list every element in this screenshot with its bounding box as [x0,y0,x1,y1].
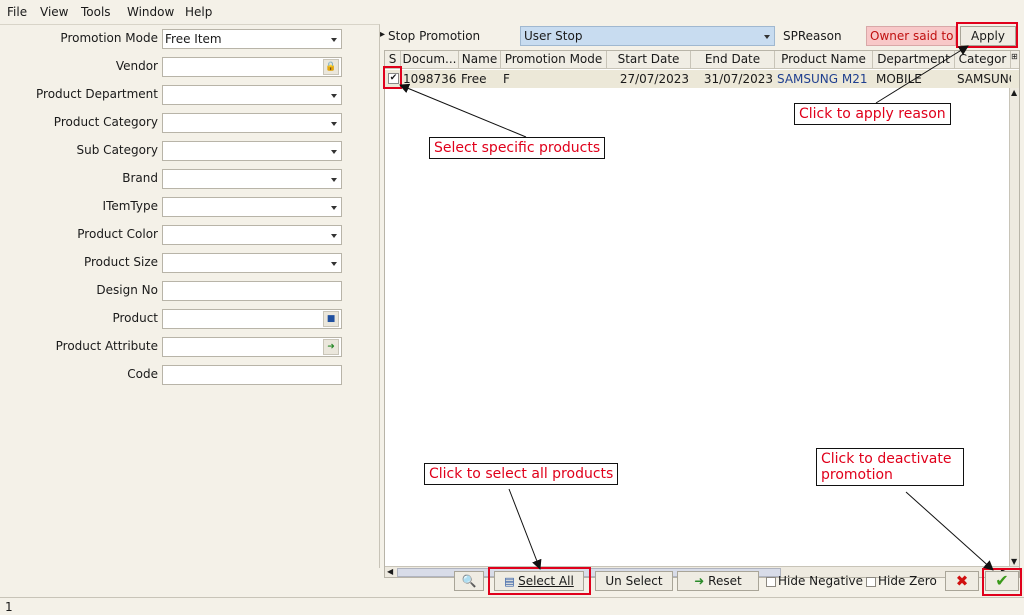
menu-bar: File View Tools Window Help [0,0,1024,24]
design-no-input[interactable] [162,281,342,301]
chevron-down-icon[interactable] [327,170,341,188]
reset-label: Reset [708,574,742,588]
cell-product-name: SAMSUNG M21 [777,72,868,86]
lookup-icon[interactable]: ■ [323,311,339,327]
magnifier-icon: 🔍 [461,574,477,588]
cell-document: 1098736 [403,72,457,86]
chevron-down-icon[interactable] [327,142,341,160]
filter-panel: Promotion Mode Free Item Vendor 🔒 Produc… [0,24,380,568]
scroll-down-icon[interactable]: ▼ [1011,557,1017,566]
brand-select[interactable] [162,169,342,189]
stop-promotion-select[interactable]: User Stop [520,26,775,46]
sp-reason-value: Owner said to [870,29,954,43]
col-document[interactable]: Docum... [401,51,459,69]
design-no-label: Design No [96,283,158,297]
chevron-down-icon[interactable] [327,254,341,272]
brand-label: Brand [122,171,158,185]
cell-category: SAMSUNG [957,72,1011,86]
col-start-date[interactable]: Start Date [607,51,691,69]
callout-select-specific: Select specific products [429,137,606,159]
menu-window[interactable]: Window [127,5,174,19]
sub-category-label: Sub Category [76,143,158,157]
red-x-icon: ✖ [955,572,969,590]
product-department-select[interactable] [162,85,342,105]
cell-department: MOBILE [876,72,922,86]
chevron-down-icon[interactable] [327,114,341,132]
chevron-down-icon[interactable] [327,30,341,48]
promotion-mode-value: Free Item [165,32,222,46]
col-name[interactable]: Name [459,51,501,69]
status-bar: 1 [0,597,1024,615]
unselect-button[interactable]: Un Select [595,571,673,591]
code-input[interactable] [162,365,342,385]
hide-zero-label: Hide Zero [878,574,937,588]
col-product-name[interactable]: Product Name [775,51,873,69]
cell-promotion-mode: F [503,72,510,86]
preview-button[interactable]: 🔍 [454,571,484,591]
chevron-down-icon[interactable] [327,198,341,216]
product-color-select[interactable] [162,225,342,245]
product-attribute-field[interactable]: ➜ [162,337,342,357]
cell-start-date: 27/07/2023 [619,72,689,86]
grid-header: S Docum... Name Promotion Mode Start Dat… [385,51,1019,69]
vendor-field[interactable]: 🔒 [162,57,342,77]
stop-promotion-label: Stop Promotion [388,29,481,43]
cancel-button[interactable]: ✖ [945,571,979,591]
product-attribute-label: Product Attribute [55,339,158,353]
status-text: 1 [5,600,13,614]
code-label: Code [127,367,158,381]
hide-negative-checkbox[interactable] [766,577,776,587]
product-category-select[interactable] [162,113,342,133]
product-label: Product [112,311,158,325]
sub-category-select[interactable] [162,141,342,161]
cell-end-date: 31/07/2023 [703,72,773,86]
promotion-mode-select[interactable]: Free Item [162,29,342,49]
stop-promotion-value: User Stop [524,29,583,43]
menu-tools[interactable]: Tools [81,5,111,19]
product-department-label: Product Department [36,87,158,101]
green-arrow-icon: ➜ [694,574,709,588]
col-department[interactable]: Department [873,51,955,69]
promotion-grid: S Docum... Name Promotion Mode Start Dat… [384,50,1020,578]
product-color-label: Product Color [77,227,158,241]
hide-negative-label: Hide Negative [778,574,864,588]
product-category-label: Product Category [53,115,158,129]
sp-reason-label: SPReason [783,29,842,43]
chevron-down-icon[interactable] [327,86,341,104]
column-chooser-icon[interactable]: ⊞ [1011,52,1019,68]
callout-apply-reason: Click to apply reason [794,103,951,125]
green-arrow-icon[interactable]: ➜ [323,339,339,355]
item-type-label: ITemType [102,199,158,213]
lock-icon[interactable]: 🔒 [323,59,339,75]
promotion-mode-label: Promotion Mode [60,31,158,45]
hide-zero-checkbox[interactable] [866,577,876,587]
splitter-arrow-icon[interactable]: ▸ [380,29,385,40]
scroll-up-icon[interactable]: ▲ [1011,88,1017,97]
highlight-apply-button [956,22,1018,48]
highlight-confirm-button [982,568,1022,596]
product-field[interactable]: ■ [162,309,342,329]
highlight-select-all-button [488,567,591,595]
cell-name: Free [461,72,487,86]
menu-view[interactable]: View [40,5,68,19]
col-end-date[interactable]: End Date [691,51,775,69]
menu-help[interactable]: Help [185,5,212,19]
product-size-select[interactable] [162,253,342,273]
col-category[interactable]: Categor [955,51,1011,69]
callout-select-all: Click to select all products [424,463,619,485]
reset-button[interactable]: ➜ Reset [677,571,759,591]
product-size-label: Product Size [83,255,158,269]
table-row[interactable]: ✔ 1098736 Free F 27/07/2023 31/07/2023 S… [385,70,1019,88]
vertical-scrollbar[interactable]: ▲ ▼ [1009,88,1019,566]
col-promotion-mode[interactable]: Promotion Mode [501,51,607,69]
chevron-down-icon[interactable] [327,226,341,244]
menu-file[interactable]: File [7,5,27,19]
vendor-label: Vendor [115,59,158,73]
sp-reason-input[interactable]: Owner said to [866,26,956,46]
highlight-row-checkbox [383,66,402,89]
item-type-select[interactable] [162,197,342,217]
callout-deactivate: Click to deactivate promotion [816,448,964,486]
chevron-down-icon[interactable] [760,27,774,45]
